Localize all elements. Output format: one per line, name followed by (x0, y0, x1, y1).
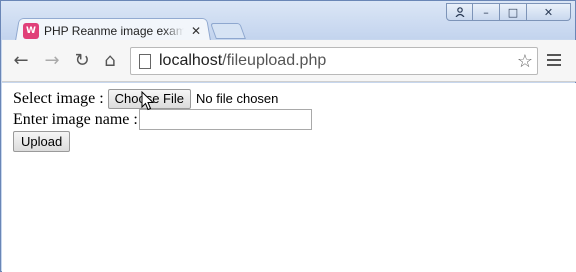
home-button[interactable]: ⌂ (99, 49, 121, 71)
tab-title: PHP Reanme image example (44, 24, 184, 38)
image-name-input[interactable] (138, 109, 312, 130)
reload-icon: ↻ (74, 49, 90, 71)
back-arrow-icon: ← (13, 49, 29, 71)
menu-icon[interactable] (545, 51, 563, 69)
minimize-icon: – (483, 5, 489, 19)
mouse-cursor-icon (141, 91, 155, 111)
browser-window: W PHP Reanme image example ✕ – □ ✕ ← → ↻… (0, 0, 576, 272)
favicon-icon: W (23, 23, 39, 39)
image-name-label: Enter image name : (13, 110, 138, 128)
bookmark-star-icon[interactable]: ☆ (517, 51, 533, 72)
file-status-text: No file chosen (196, 91, 279, 106)
close-window-button[interactable]: ✕ (527, 3, 571, 21)
forward-button[interactable]: → (41, 49, 63, 71)
image-name-row: Enter image name : (13, 109, 576, 130)
page-icon (139, 53, 151, 69)
page-content: Select image : Choose File No file chose… (2, 83, 576, 272)
url-text: localhost/fileupload.php (159, 52, 326, 70)
maximize-button[interactable]: □ (500, 3, 527, 21)
url-host: localhost (159, 52, 223, 69)
select-image-label: Select image : (13, 89, 104, 107)
user-icon (455, 7, 464, 17)
close-icon: ✕ (543, 5, 554, 19)
upload-row: Upload (13, 130, 576, 152)
home-icon: ⌂ (104, 49, 116, 71)
address-bar[interactable]: localhost/fileupload.php ☆ (130, 47, 538, 75)
tab-content[interactable]: W PHP Reanme image example ✕ (23, 20, 209, 42)
select-image-row: Select image : Choose File No file chose… (13, 88, 576, 109)
window-controls: – □ ✕ (446, 3, 571, 21)
user-profile-button[interactable] (446, 3, 473, 21)
forward-arrow-icon: → (44, 49, 60, 71)
back-button[interactable]: ← (10, 49, 32, 71)
minimize-button[interactable]: – (473, 3, 500, 21)
upload-button[interactable]: Upload (13, 130, 71, 152)
tab-close-icon[interactable]: ✕ (190, 24, 202, 38)
reload-button[interactable]: ↻ (71, 49, 93, 71)
maximize-icon: □ (507, 5, 519, 19)
new-tab-button[interactable] (210, 23, 246, 39)
url-path: /fileupload.php (222, 52, 327, 69)
browser-toolbar: ← → ↻ ⌂ localhost/fileupload.php ☆ (2, 40, 576, 82)
